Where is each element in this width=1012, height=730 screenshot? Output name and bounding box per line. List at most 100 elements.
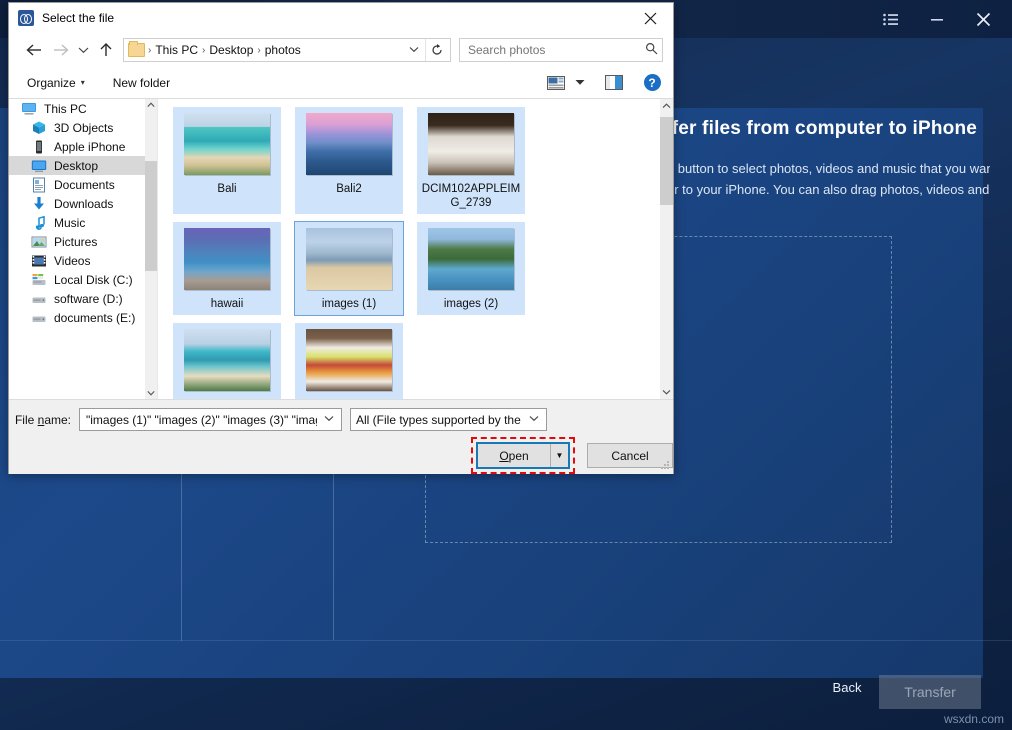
tree-item-this-pc[interactable]: This PC xyxy=(9,99,157,118)
tree-item-3d-objects[interactable]: 3D Objects xyxy=(9,118,157,137)
file-list-scrollbar-thumb[interactable] xyxy=(660,117,673,205)
dialog-titlebar: Select the file xyxy=(9,3,673,33)
file-thumbnail xyxy=(428,113,514,175)
dialog-title: Select the file xyxy=(42,11,114,25)
close-icon[interactable] xyxy=(960,0,1006,38)
tree-item-software-d[interactable]: software (D:) xyxy=(9,289,157,308)
organize-button[interactable]: Organize ▾ xyxy=(21,71,91,95)
file-item[interactable]: images (4) xyxy=(295,323,403,399)
pictures-icon xyxy=(31,234,47,250)
music-icon xyxy=(31,215,47,231)
dialog-main-area: This PC 3D Objects Apple iPhoneDesktopDocu… xyxy=(9,99,673,400)
file-name-label: images (1) xyxy=(299,297,399,311)
file-item[interactable]: hawaii xyxy=(173,222,281,315)
tree-item-label: Videos xyxy=(54,254,90,268)
tree-item-desktop[interactable]: Desktop xyxy=(9,156,157,175)
filename-input[interactable] xyxy=(84,412,319,428)
filename-row: File name: All (File types supported by … xyxy=(9,408,673,431)
breadcrumb-item-photos[interactable]: photos xyxy=(262,43,304,57)
open-label: pen xyxy=(509,449,529,463)
chevron-down-icon[interactable] xyxy=(319,414,339,425)
back-arrow-icon[interactable] xyxy=(21,37,47,63)
file-item[interactable]: Bali2 xyxy=(295,107,403,214)
open-label-accel: O xyxy=(499,449,508,463)
list-menu-icon[interactable] xyxy=(868,0,914,38)
downloads-icon xyxy=(31,196,47,212)
minimize-icon[interactable] xyxy=(914,0,960,38)
refresh-icon[interactable] xyxy=(425,39,448,61)
command-bar: Organize ▾ New folder xyxy=(9,67,673,99)
forward-arrow-icon xyxy=(47,37,73,63)
file-thumbnail xyxy=(306,329,392,391)
drive-icon xyxy=(31,310,47,326)
chevron-down-icon[interactable] xyxy=(524,414,544,425)
dialog-bottom-bar: File name: All (File types supported by … xyxy=(9,400,673,474)
file-item[interactable]: images (3) xyxy=(173,323,281,399)
file-item[interactable]: Bali xyxy=(173,107,281,214)
search-box[interactable] xyxy=(459,38,663,62)
open-dropdown-caret-icon[interactable]: ▼ xyxy=(551,444,568,467)
close-icon[interactable] xyxy=(627,3,673,33)
open-split-button[interactable]: Open ▼ xyxy=(476,442,570,469)
search-icon[interactable] xyxy=(645,42,658,58)
filetype-combobox[interactable]: All (File types supported by the xyxy=(350,408,547,431)
file-item[interactable]: images (1) xyxy=(295,222,403,315)
resize-grip[interactable] xyxy=(660,461,670,471)
dialog-app-icon xyxy=(18,10,34,26)
back-button[interactable]: Back xyxy=(816,680,878,695)
breadcrumb-item-desktop[interactable]: Desktop xyxy=(206,43,256,57)
tree-item-label: Local Disk (C:) xyxy=(54,273,133,287)
tree-item-music[interactable]: Music xyxy=(9,213,157,232)
tree-item-label: Pictures xyxy=(54,235,97,249)
file-name-label: hawaii xyxy=(177,297,277,311)
organize-label: Organize xyxy=(27,76,76,90)
scroll-down-icon[interactable] xyxy=(145,387,157,399)
background-subtext: Click Add button to select photos, video… xyxy=(620,158,990,200)
new-folder-button[interactable]: New folder xyxy=(107,71,176,95)
file-list[interactable]: BaliBali2 DCIM102APPLEIMG_2739hawaii image… xyxy=(157,99,673,399)
file-thumbnail xyxy=(428,228,514,290)
scroll-up-icon[interactable] xyxy=(145,99,157,111)
breadcrumb[interactable]: › This PC › Desktop › photos xyxy=(123,38,451,62)
tree-scrollbar[interactable] xyxy=(145,99,157,399)
view-layout-icon[interactable] xyxy=(543,71,569,95)
breadcrumb-item-this-pc[interactable]: This PC xyxy=(152,43,201,57)
view-dropdown-caret-icon[interactable] xyxy=(571,71,589,95)
file-list-scrollbar[interactable] xyxy=(660,99,673,399)
filename-combobox[interactable] xyxy=(79,408,342,431)
tree-item-apple-iphone[interactable]: Apple iPhone xyxy=(9,137,157,156)
recent-locations-chevron-icon[interactable] xyxy=(73,37,93,63)
dialog-buttons-row: Open ▼ Cancel xyxy=(9,437,673,474)
file-item[interactable]: DCIM102APPLEIMG_2739 xyxy=(417,107,525,214)
search-input[interactable] xyxy=(466,42,645,58)
tree-item-pictures[interactable]: Pictures xyxy=(9,232,157,251)
folder-icon xyxy=(128,43,145,57)
chevron-down-icon[interactable] xyxy=(403,45,425,56)
help-icon[interactable]: ? xyxy=(639,71,665,95)
open-button[interactable]: Open xyxy=(478,444,551,467)
tree-item-local-disk-c[interactable]: Local Disk (C:) xyxy=(9,270,157,289)
scroll-up-icon[interactable] xyxy=(660,99,673,113)
divider-line-right xyxy=(333,470,334,640)
tree-item-label: 3D Objects xyxy=(54,121,113,135)
desktop-icon xyxy=(31,158,47,174)
tree-item-videos[interactable]: Videos xyxy=(9,251,157,270)
transfer-button[interactable]: Transfer xyxy=(879,675,981,709)
tree-item-downloads[interactable]: Downloads xyxy=(9,194,157,213)
file-thumbnail xyxy=(184,113,270,175)
watermark: wsxdn.com xyxy=(944,712,1004,726)
background-subtext-line1: Click Add button to select photos, video… xyxy=(620,158,990,179)
file-item[interactable]: images (2) xyxy=(417,222,525,315)
file-name-label: DCIM102APPLEIMG_2739 xyxy=(421,182,521,210)
preview-pane-icon[interactable] xyxy=(601,71,627,95)
tree-item-documents[interactable]: Documents xyxy=(9,175,157,194)
up-arrow-icon[interactable] xyxy=(93,37,119,63)
videos-icon xyxy=(31,253,47,269)
scroll-down-icon[interactable] xyxy=(660,385,673,399)
footer-separator xyxy=(0,640,1012,641)
background-subtext-line2: to transfer to your iPhone. You can also… xyxy=(620,179,990,200)
file-thumbnail xyxy=(184,329,270,391)
file-thumbnail xyxy=(306,228,392,290)
tree-scrollbar-thumb[interactable] xyxy=(145,161,157,271)
tree-item-documents-e[interactable]: documents (E:) xyxy=(9,308,157,327)
